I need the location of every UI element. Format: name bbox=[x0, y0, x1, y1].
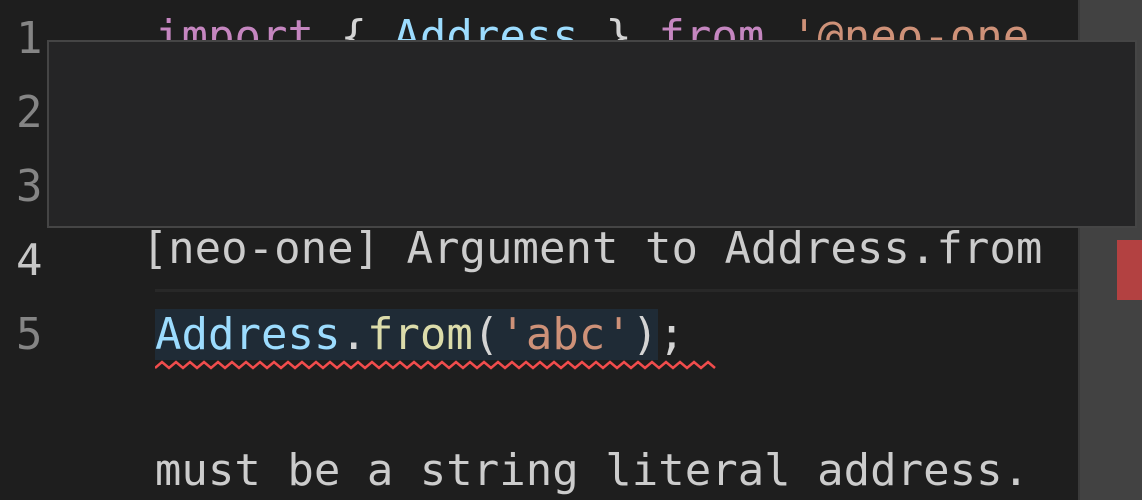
hover-message-line-1: [neo-one] Argument to Address.from bbox=[141, 223, 1043, 274]
error-hover-tooltip: [neo-one] Argument to Address.from must … bbox=[47, 40, 1137, 496]
hover-message-line-2: must be a string literal address. bbox=[154, 445, 1030, 496]
code-editor[interactable]: 1 2 3 4 5 import { Address } from '@neo-… bbox=[0, 0, 1142, 500]
